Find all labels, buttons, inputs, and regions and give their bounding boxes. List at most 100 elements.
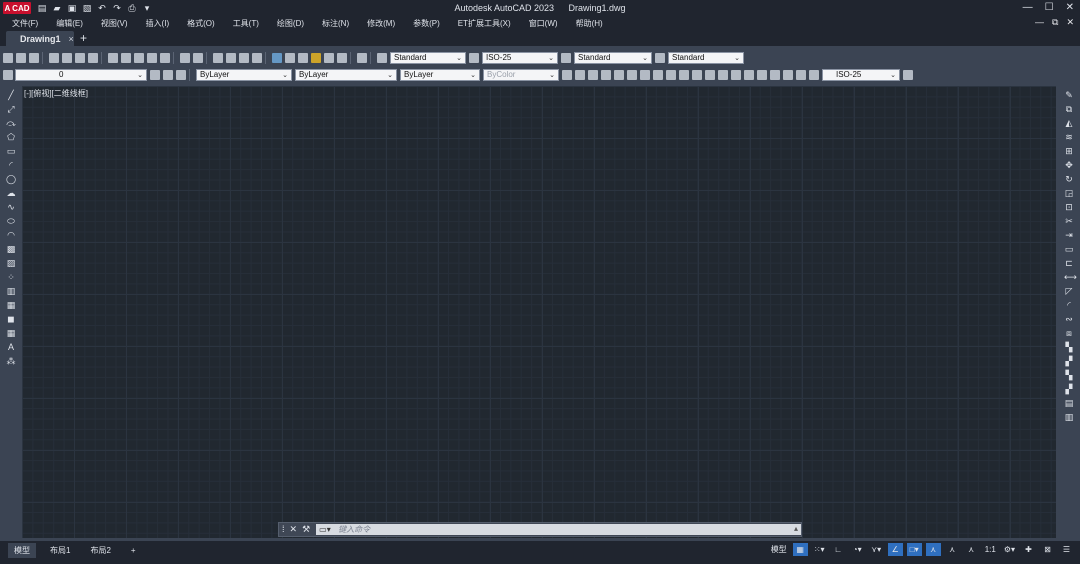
recent-commands-icon[interactable]: ▭▾ xyxy=(319,525,331,534)
region-icon[interactable]: ◼ xyxy=(6,314,16,324)
annotation-scale-value[interactable]: 1:1 xyxy=(983,543,998,556)
sheet-set-icon[interactable] xyxy=(311,52,321,63)
mleader-style-select[interactable]: Standard ⌄ xyxy=(668,51,744,64)
linear-dimension-icon[interactable] xyxy=(562,69,572,80)
auto-scale-icon[interactable]: ⋏ xyxy=(945,543,960,556)
zoom-window-icon[interactable] xyxy=(239,52,249,63)
layout-tab-1[interactable]: 布局1 xyxy=(44,543,76,558)
polar-icon[interactable]: ◔▾ xyxy=(850,543,865,556)
zoom-realtime-icon[interactable] xyxy=(226,52,236,63)
dimension-edit-icon[interactable] xyxy=(783,69,793,80)
move-icon[interactable]: ✥ xyxy=(1064,160,1074,170)
redo-icon[interactable] xyxy=(193,52,203,63)
menu-format[interactable]: 格式(O) xyxy=(187,18,215,29)
model-space-button[interactable]: 模型 xyxy=(769,543,789,556)
layer-state-icon[interactable] xyxy=(176,69,186,80)
radius-dimension-icon[interactable] xyxy=(614,69,624,80)
mirror-icon[interactable]: ◭ xyxy=(1064,118,1074,128)
text-front-icon[interactable]: ▤ xyxy=(1064,398,1074,408)
workspace-gear-icon[interactable]: ⚙▾ xyxy=(1002,543,1017,556)
break-icon[interactable]: ⊏ xyxy=(1064,258,1074,268)
inspection-icon[interactable] xyxy=(757,69,767,80)
minimize-button[interactable]: — xyxy=(1023,2,1033,13)
units-icon[interactable]: ⊠ xyxy=(1040,543,1055,556)
grip-icon[interactable]: ⁞ xyxy=(282,524,285,535)
menu-window[interactable]: 窗口(W) xyxy=(529,18,558,29)
arc-icon[interactable]: ◜ xyxy=(6,160,16,170)
stretch-icon[interactable]: ⊡ xyxy=(1064,202,1074,212)
menu-dimension[interactable]: 标注(N) xyxy=(322,18,349,29)
menu-edit[interactable]: 编辑(E) xyxy=(56,18,83,29)
save-icon[interactable] xyxy=(29,52,39,63)
calculator-icon[interactable] xyxy=(337,52,347,63)
new-tab-button[interactable]: + xyxy=(80,31,87,45)
jogged-linear-icon[interactable] xyxy=(770,69,780,80)
insert-block-icon[interactable]: ▩ xyxy=(6,244,16,254)
construction-line-icon[interactable]: ⤢ xyxy=(6,104,16,114)
send-under-icon[interactable]: ▞ xyxy=(1064,384,1074,394)
layer-manager-icon[interactable] xyxy=(3,69,13,80)
annotation-visibility-icon[interactable]: ⋏ xyxy=(925,543,941,556)
ellipse-arc-icon[interactable]: ◠ xyxy=(6,230,16,240)
bring-above-icon[interactable]: ▚ xyxy=(1064,370,1074,380)
menu-help[interactable]: 帮助(H) xyxy=(576,18,603,29)
array-icon[interactable]: ⊞ xyxy=(1064,146,1074,156)
tool-palettes-icon[interactable] xyxy=(298,52,308,63)
blend-curves-icon[interactable]: ∾ xyxy=(1064,314,1074,324)
rotate-icon[interactable]: ↻ xyxy=(1064,174,1074,184)
mtext-icon[interactable]: A xyxy=(6,342,16,352)
linetype-select[interactable]: ByLayer ⌄ xyxy=(295,68,397,81)
dimension-text-edit-icon[interactable] xyxy=(796,69,806,80)
join-icon[interactable]: ⟷ xyxy=(1064,272,1077,282)
table-icon[interactable]: ▦ xyxy=(6,328,16,338)
paste-icon[interactable] xyxy=(134,52,144,63)
publish-icon[interactable] xyxy=(75,52,85,63)
layer-select[interactable]: 0 ⌄ xyxy=(15,68,147,81)
chevron-up-icon[interactable]: ▴ xyxy=(794,524,798,533)
trim-icon[interactable]: ✂ xyxy=(1064,216,1074,226)
dimension-break-icon[interactable] xyxy=(718,69,728,80)
menu-tools[interactable]: 工具(T) xyxy=(233,18,259,29)
ellipse-icon[interactable]: ⬭ xyxy=(6,216,16,226)
open-icon[interactable] xyxy=(16,52,26,63)
jogged-dimension-icon[interactable] xyxy=(627,69,637,80)
isometric-icon[interactable]: ⋎▾ xyxy=(869,543,884,556)
design-center-icon[interactable] xyxy=(285,52,295,63)
menu-express-tools[interactable]: ET扩展工具(X) xyxy=(458,18,511,29)
copy-icon[interactable] xyxy=(121,52,131,63)
table-style-icon[interactable] xyxy=(561,52,571,63)
annotation-monitor-icon[interactable]: ✚ xyxy=(1021,543,1036,556)
extend-icon[interactable]: ⇥ xyxy=(1064,230,1074,240)
make-current-icon[interactable] xyxy=(150,69,160,80)
lineweight-select[interactable]: ByLayer ⌄ xyxy=(400,68,480,81)
add-layout-button[interactable]: + xyxy=(125,544,142,557)
snap-icon[interactable]: ⁙▾ xyxy=(812,543,827,556)
color-select[interactable]: ByLayer ⌄ xyxy=(196,68,292,81)
command-input[interactable]: ▭▾ 键入命令 ▴ xyxy=(316,524,801,535)
help-icon[interactable] xyxy=(357,52,367,63)
break-at-point-icon[interactable]: ▭ xyxy=(1064,244,1074,254)
arc-length-icon[interactable] xyxy=(588,69,598,80)
customize-icon[interactable]: ⚒ xyxy=(302,524,310,535)
dimension-update-icon[interactable] xyxy=(809,69,819,80)
center-mark-icon[interactable] xyxy=(744,69,754,80)
rectangle-icon[interactable]: ▭ xyxy=(6,146,16,156)
table-style-select[interactable]: Standard ⌄ xyxy=(574,51,652,64)
angular-dimension-icon[interactable] xyxy=(653,69,663,80)
scale-icon[interactable]: ◲ xyxy=(1064,188,1074,198)
menu-draw[interactable]: 绘图(D) xyxy=(277,18,304,29)
gradient-icon[interactable]: ▦ xyxy=(6,300,16,310)
grid-icon[interactable]: ▦ xyxy=(792,543,808,556)
doc-minimize-button[interactable]: — xyxy=(1035,17,1044,28)
menu-file[interactable]: 文件(F) xyxy=(12,18,38,29)
circle-icon[interactable]: ◯ xyxy=(6,174,16,184)
block-editor-icon[interactable] xyxy=(160,52,170,63)
menu-parametric[interactable]: 参数(P) xyxy=(413,18,440,29)
diameter-dimension-icon[interactable] xyxy=(640,69,650,80)
text-style-icon[interactable] xyxy=(377,52,387,63)
erase-icon[interactable]: ✎ xyxy=(1064,90,1074,100)
layer-previous-icon[interactable] xyxy=(163,69,173,80)
clean-screen-icon[interactable]: ☰ xyxy=(1059,543,1074,556)
close-button[interactable]: ✕ xyxy=(1066,2,1074,13)
hatch-icon[interactable]: ▥ xyxy=(6,286,16,296)
